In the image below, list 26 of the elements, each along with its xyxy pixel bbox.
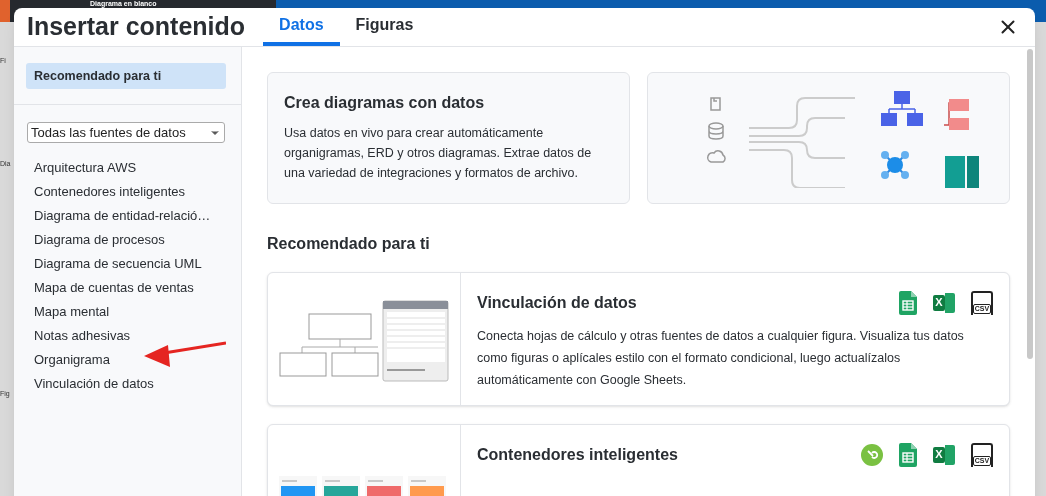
hero-title: Crea diagramas con datos — [284, 92, 486, 113]
sidebar-item[interactable]: Diagrama de entidad-relació… — [34, 205, 211, 225]
template-card[interactable] — [267, 271, 1010, 406]
hero-description: Usa datos en vivo para crear automáticamente organigramas, ERD y otros diagramas. Extrae datos de una variedad de integraciones y formatos de archivo. — [284, 124, 593, 182]
tab[interactable]: Datos — [263, 8, 340, 46]
sidebar-item[interactable]: Diagrama de secuencia UML — [34, 253, 202, 273]
section-title: Recomendado para ti — [267, 233, 431, 254]
sidebar-item[interactable]: Mapa mental — [34, 301, 110, 321]
sidebar-item[interactable]: Organigrama — [34, 349, 110, 369]
sidebar-item[interactable]: Contenedores inteligentes — [34, 181, 186, 201]
spreadsheet-icon — [899, 442, 917, 467]
link-icon — [861, 443, 883, 466]
dialog-title: Insertar contenido — [27, 11, 246, 42]
sidebar-item[interactable]: Recomendado para ti — [26, 62, 226, 90]
card-title: Contenedores inteligentes — [477, 444, 678, 465]
card-description: Conecta hojas de cálculo y otras fuentes de datos a cualquier figura. Visualiza tus datos como figuras o aplícales estilo con el formato condicional, luego actualízalos automáticamente con Google Sheets. — [477, 327, 965, 389]
sidebar-item[interactable]: Mapa de cuentas de ventas — [34, 277, 194, 297]
data-source-dropdown[interactable]: Todas las fuentes de datos — [27, 122, 225, 144]
tab[interactable]: Figuras — [339, 8, 430, 46]
sidebar-item[interactable]: Diagrama de procesos — [34, 229, 165, 249]
sidebar-item[interactable]: Vinculación de datos — [34, 373, 154, 393]
logo-icon — [0, 0, 10, 22]
sidebar-item[interactable]: Notas adhesivas — [34, 325, 131, 345]
card-title: Vinculación de datos — [477, 292, 637, 313]
spreadsheet-icon — [899, 290, 917, 315]
sidebar-item[interactable]: Arquitectura AWS — [34, 157, 137, 177]
